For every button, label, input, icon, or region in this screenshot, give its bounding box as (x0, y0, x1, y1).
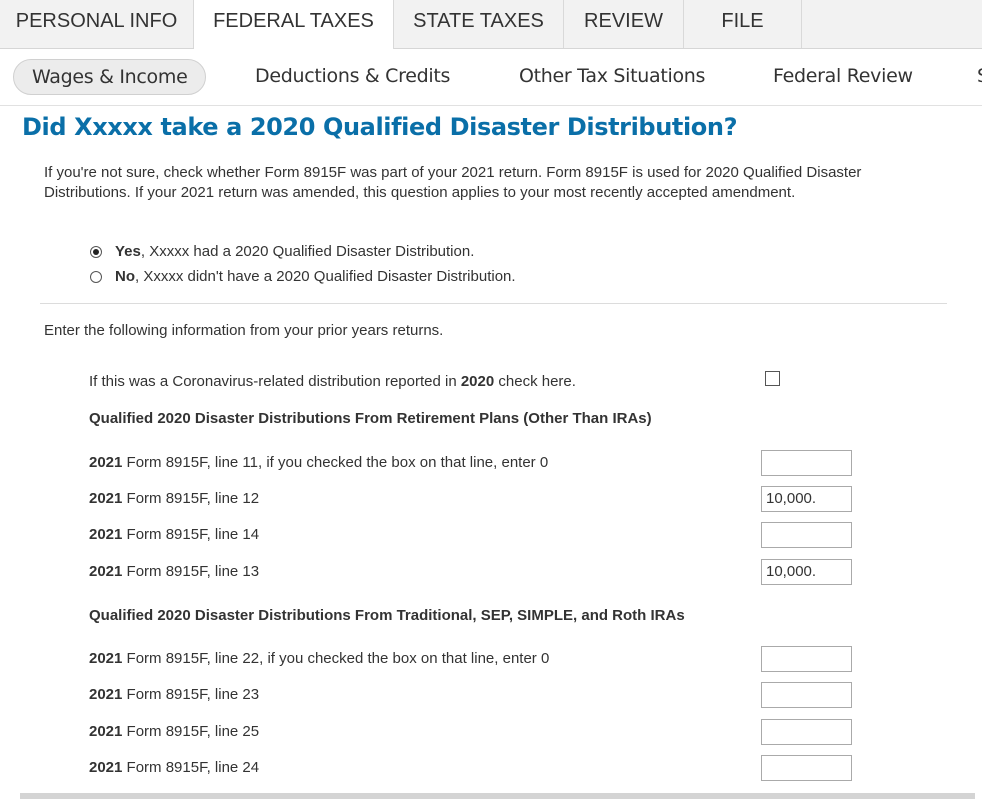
line-22-label: 2021 Form 8915F, line 22, if you checked… (89, 650, 550, 667)
line-13-input[interactable]: 10,000. (761, 559, 852, 585)
line-25-input[interactable] (761, 719, 852, 745)
tab-review[interactable]: REVIEW (564, 0, 684, 48)
tab-file[interactable]: FILE (684, 0, 802, 48)
line-25-label: 2021 Form 8915F, line 25 (89, 723, 260, 740)
tab-federal-taxes[interactable]: FEDERAL TAXES (194, 0, 394, 49)
sub-nav-tabs: Wages & Income Deductions & Credits Othe… (0, 49, 982, 106)
line-11-label: 2021 Form 8915F, line 11, if you checked… (89, 454, 549, 471)
radio-yes[interactable] (90, 245, 102, 258)
line-11-input[interactable] (761, 450, 852, 476)
radio-no-option[interactable]: No, Xxxxx didn't have a 2020 Qualified D… (90, 268, 516, 285)
line-14-input[interactable] (761, 522, 852, 548)
subtab-wages-income[interactable]: Wages & Income (13, 59, 207, 95)
covid-checkbox[interactable] (765, 371, 780, 386)
covid-label: If this was a Coronavirus-related distri… (89, 373, 576, 390)
section2-heading: Qualified 2020 Disaster Distributions Fr… (89, 607, 685, 624)
main-nav-tabs: PERSONAL INFO FEDERAL TAXES STATE TAXES … (0, 0, 982, 49)
enter-info-text: Enter the following information from you… (44, 322, 444, 339)
section1-heading: Qualified 2020 Disaster Distributions Fr… (89, 410, 652, 427)
intro-text: If you're not sure, check whether Form 8… (44, 164, 862, 201)
radio-yes-option[interactable]: Yes, Xxxxx had a 2020 Qualified Disaster… (90, 243, 474, 260)
page-title: Did Xxxxx take a 2020 Qualified Disaster… (22, 113, 738, 141)
horizontal-scrollbar[interactable] (20, 793, 975, 799)
line-14-label: 2021 Form 8915F, line 14 (89, 526, 260, 543)
radio-yes-label: Yes, Xxxxx had a 2020 Qualified Disaster… (115, 243, 475, 260)
tab-state-taxes[interactable]: STATE TAXES (394, 0, 564, 48)
line-13-label: 2021 Form 8915F, line 13 (89, 563, 260, 580)
line-24-input[interactable] (761, 755, 852, 781)
subtab-federal-review[interactable]: Federal Review (773, 59, 913, 93)
line-23-label: 2021 Form 8915F, line 23 (89, 686, 260, 703)
subtab-deductions-credits[interactable]: Deductions & Credits (255, 59, 450, 93)
line-12-label: 2021 Form 8915F, line 12 (89, 490, 260, 507)
radio-no[interactable] (90, 270, 102, 283)
subtab-overflow[interactable]: S (977, 59, 982, 93)
line-22-input[interactable] (761, 646, 852, 672)
line-23-input[interactable] (761, 682, 852, 708)
section-divider (40, 303, 947, 304)
radio-no-label: No, Xxxxx didn't have a 2020 Qualified D… (115, 268, 516, 285)
tab-personal-info[interactable]: PERSONAL INFO (0, 0, 194, 48)
subtab-other-tax-situations[interactable]: Other Tax Situations (519, 59, 705, 93)
line-24-label: 2021 Form 8915F, line 24 (89, 759, 260, 776)
line-12-input[interactable]: 10,000. (761, 486, 852, 512)
